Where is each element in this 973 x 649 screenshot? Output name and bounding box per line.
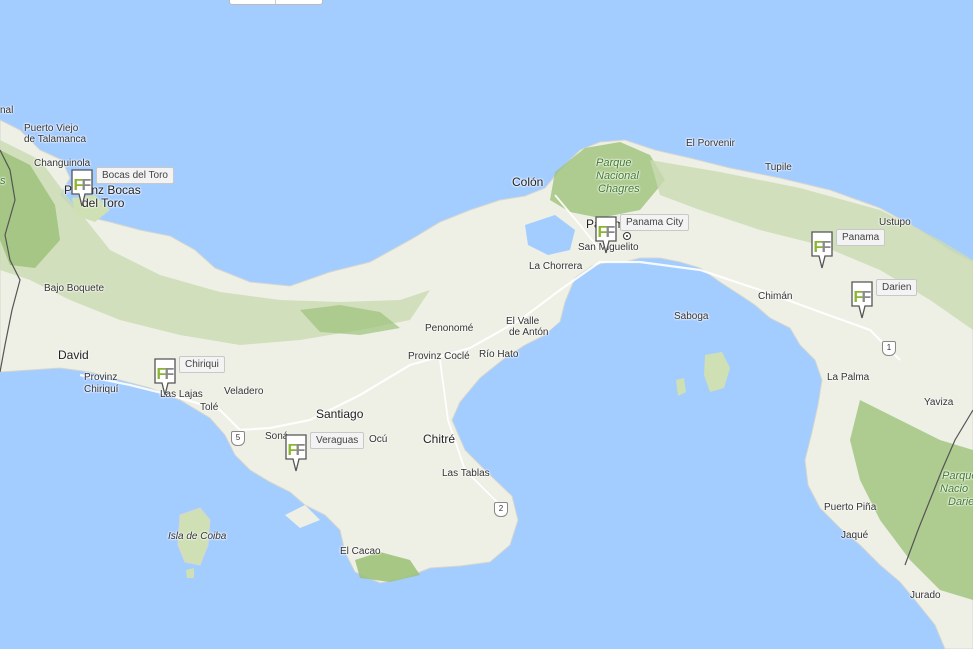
road-shield: 2 (494, 502, 508, 517)
place-label: El Valle (506, 316, 540, 327)
place-label: nal (0, 105, 14, 116)
svg-text:F: F (862, 289, 872, 306)
place-label: Río Hato (479, 349, 519, 360)
place-label: Bajo Boquete (44, 283, 105, 294)
marker-label-chiriqui[interactable]: Chiriqui (179, 356, 225, 373)
place-label: Puerto Piña (824, 502, 877, 513)
marker-panama-city[interactable]: FF (594, 215, 618, 255)
place-label: Tolé (200, 402, 219, 413)
place-label: de Talamanca (24, 134, 87, 145)
place-label: Ocú (369, 434, 388, 445)
ff-map-pin-icon: FF (285, 434, 307, 472)
road-shield: 5 (231, 431, 245, 446)
place-label: Saboga (674, 311, 709, 322)
place-label: David (58, 348, 89, 362)
park-label: Parque (596, 157, 632, 169)
place-label: Colón (512, 175, 544, 189)
road-shield: 1 (882, 341, 896, 356)
map-top-control[interactable] (229, 0, 323, 5)
map-canvas[interactable]: nal Puerto Viejo de Talamanca Changuinol… (0, 0, 973, 649)
island-label: Isla de Coiba (168, 531, 227, 542)
place-label: Provinz (84, 372, 118, 383)
ff-map-pin-icon: FF (811, 231, 833, 269)
marker-label-bocas-del-toro[interactable]: Bocas del Toro (96, 167, 174, 184)
place-label: Chimán (758, 291, 793, 302)
marker-chiriqui[interactable]: FF (153, 357, 177, 397)
park-label: Darien (948, 496, 973, 508)
place-label: Jurado (910, 590, 941, 601)
ff-map-pin-icon: FF (71, 169, 93, 207)
place-label: Santiago (316, 407, 364, 421)
ff-map-pin-icon: FF (154, 358, 176, 396)
svg-text:F: F (165, 366, 175, 383)
ff-map-pin-icon: FF (595, 216, 617, 254)
marker-darien[interactable]: FF (850, 280, 874, 320)
marker-panama[interactable]: FF (810, 230, 834, 270)
svg-text:F: F (296, 442, 306, 459)
capital-dot-icon (623, 232, 631, 240)
marker-label-panama-city[interactable]: Panama City (620, 214, 690, 231)
place-label: Provinz Coclé (408, 351, 470, 362)
place-label: Chitré (423, 432, 456, 446)
place-label: Chiriquí (84, 384, 119, 395)
place-label: Puerto Viejo (24, 123, 79, 134)
marker-label-darien[interactable]: Darien (876, 279, 918, 296)
marker-veraguas[interactable]: FF (284, 433, 308, 473)
place-label: El Cacao (340, 546, 381, 557)
ff-map-pin-icon: FF (851, 281, 873, 319)
park-label: Nacio (940, 483, 969, 495)
place-label: La Chorrera (529, 261, 583, 272)
svg-text:F: F (82, 177, 92, 194)
svg-text:F: F (606, 224, 616, 241)
marker-label-veraguas[interactable]: Veraguas (310, 432, 365, 449)
place-label: de Antón (509, 327, 549, 338)
place-label: Tupile (765, 162, 792, 173)
park-label: s (0, 175, 6, 187)
park-label: Parque (942, 470, 973, 482)
place-label: Jaqué (841, 530, 869, 541)
map-terrain (0, 0, 973, 649)
place-label: La Palma (827, 372, 870, 383)
marker-label-panama[interactable]: Panama (836, 229, 886, 246)
marker-bocas-del-toro[interactable]: FF (70, 168, 94, 208)
park-label: Nacional (596, 170, 639, 182)
place-label: Ustupo (879, 217, 911, 228)
place-label: Penonomé (425, 323, 474, 334)
place-label: Las Tablas (442, 468, 490, 479)
park-label: Chagres (598, 183, 640, 195)
place-label: El Porvenir (686, 138, 735, 149)
place-label: Yaviza (924, 397, 954, 408)
place-label: Veladero (224, 386, 264, 397)
svg-text:F: F (822, 239, 832, 256)
